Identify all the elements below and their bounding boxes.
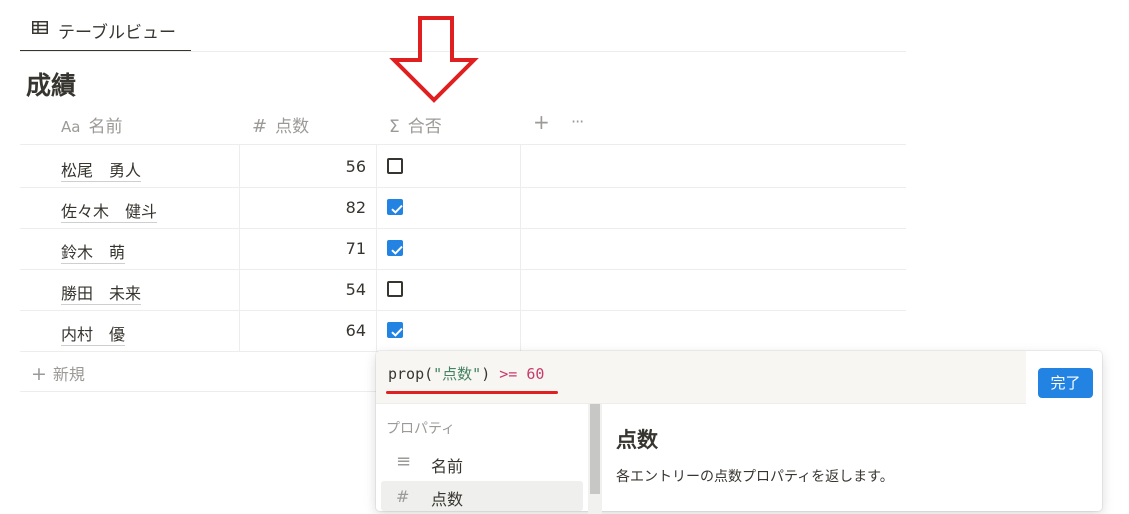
table-row-score[interactable]: 64 (346, 321, 366, 340)
property-label: 点数 (431, 490, 464, 509)
table-row-score[interactable]: 71 (346, 239, 366, 258)
row-divider (20, 269, 906, 270)
row-divider (20, 228, 906, 229)
table-row-name[interactable]: 松尾 勇人 (61, 157, 142, 182)
table-row-score[interactable]: 54 (346, 280, 366, 299)
column-header-name[interactable]: Aa 名前 (61, 112, 122, 144)
table-row-name[interactable]: 佐々木 健斗 (61, 198, 158, 223)
scrollbar-thumb[interactable] (590, 404, 600, 494)
check-icon (391, 245, 403, 255)
row-divider (20, 310, 906, 311)
check-icon (391, 327, 403, 337)
number-type-icon: # (252, 116, 268, 137)
table-row-name[interactable]: 内村 優 (61, 321, 126, 346)
detail-description: 各エントリーの点数プロパティを返します。 (616, 469, 894, 485)
detail-title: 点数 (616, 428, 658, 452)
add-column-button[interactable]: + (533, 110, 550, 142)
column-header-label: 点数 (275, 117, 310, 137)
view-tab-table[interactable]: テーブルビュー (20, 12, 191, 52)
pass-checkbox-checked[interactable] (387, 322, 403, 338)
column-header-score[interactable]: # 点数 (252, 112, 309, 144)
database-title[interactable]: 成績 (26, 66, 76, 102)
text-lines-icon: ≡ (396, 451, 412, 472)
annotation-underline (386, 391, 558, 394)
table-row-score[interactable]: 82 (346, 198, 366, 217)
table-row-score[interactable]: 56 (346, 157, 366, 176)
add-row-button[interactable]: + 新規 (31, 361, 85, 385)
formula-code[interactable]: prop("点数") >= 60 (388, 363, 544, 384)
table-row-name[interactable]: 鈴木 萌 (61, 239, 126, 264)
pass-checkbox[interactable] (387, 281, 403, 297)
number-icon: # (396, 487, 410, 506)
row-divider (20, 187, 906, 188)
add-row-label: 新規 (52, 365, 85, 384)
view-tab-label: テーブルビュー (58, 23, 176, 43)
column-header-label: 合否 (407, 117, 442, 137)
property-item-name[interactable]: ≡ 名前 (381, 448, 583, 478)
editor-scrollbar[interactable] (1026, 351, 1038, 403)
table-row-name[interactable]: 勝田 未来 (61, 280, 142, 305)
row-divider (20, 144, 906, 145)
pass-checkbox-checked[interactable] (387, 240, 403, 256)
section-label: プロパティ (386, 421, 456, 437)
column-header-pass[interactable]: Σ 合否 (389, 112, 442, 144)
done-button[interactable]: 完了 (1038, 368, 1093, 398)
column-divider (520, 145, 521, 351)
plus-icon: + (31, 363, 47, 385)
text-type-icon: Aa (61, 118, 81, 136)
annotation-arrow-icon (389, 16, 479, 103)
pass-checkbox-checked[interactable] (387, 199, 403, 215)
more-options-button[interactable]: ··· (571, 112, 584, 144)
check-icon (391, 204, 403, 214)
formula-type-icon: Σ (389, 117, 400, 137)
column-divider (376, 145, 377, 351)
property-item-score[interactable]: # 点数 (381, 481, 583, 511)
property-label: 名前 (431, 457, 464, 476)
pass-checkbox[interactable] (387, 158, 403, 174)
table-icon (32, 21, 48, 34)
column-divider (239, 145, 240, 351)
formula-input[interactable]: prop("点数") >= 60 (376, 351, 1026, 403)
formula-editor-popup: prop("点数") >= 60 完了 プロパティ ≡ 名前 # 点数 点数 各… (376, 351, 1102, 514)
column-header-label: 名前 (88, 117, 123, 137)
